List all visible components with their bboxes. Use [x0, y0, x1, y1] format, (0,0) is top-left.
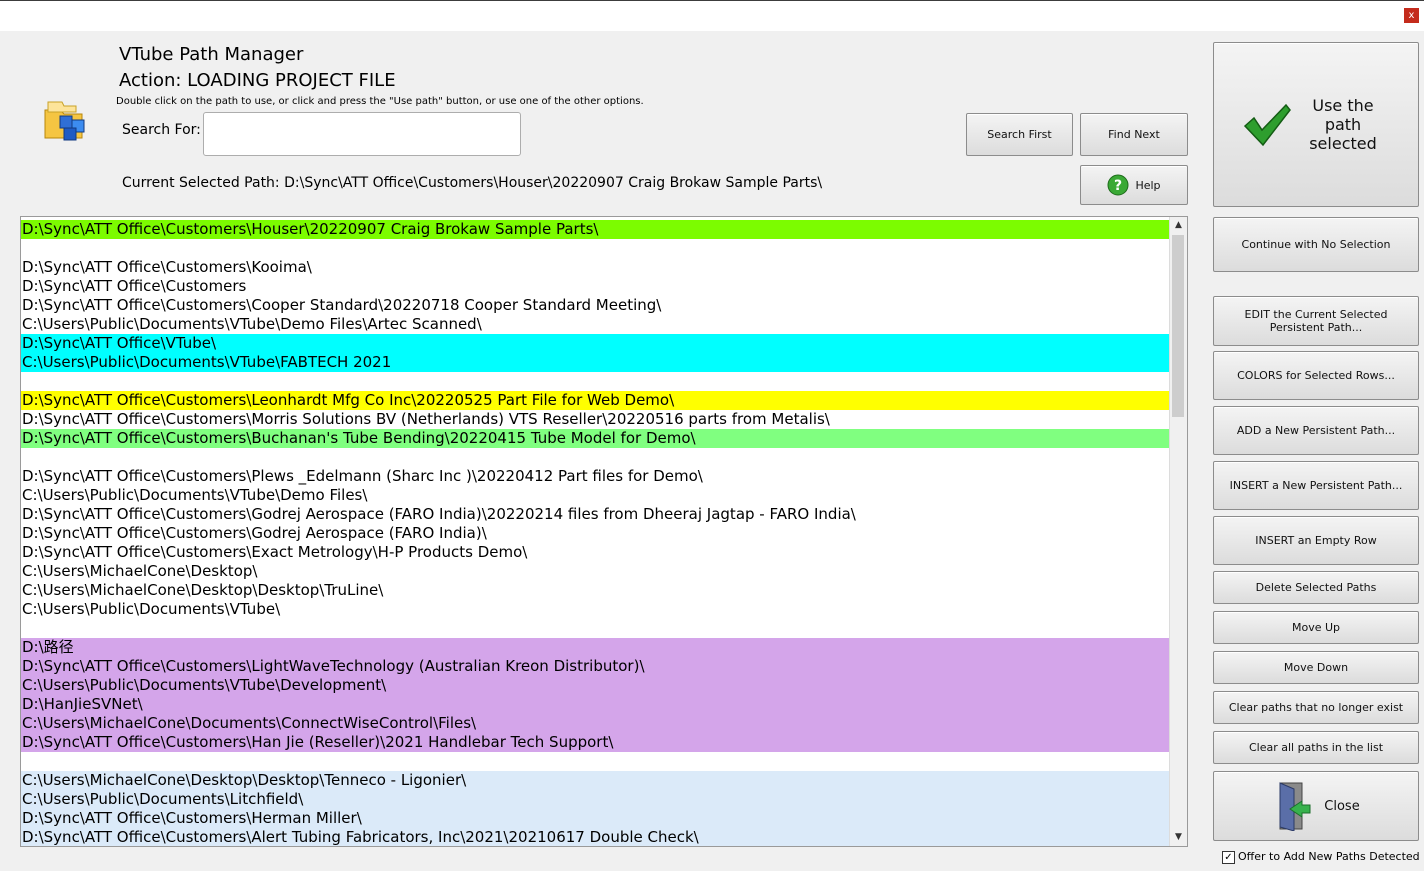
path-row[interactable]: C:\Users\Public\Documents\VTube\Demo Fil…: [21, 486, 1171, 505]
clear-all-paths-button[interactable]: Clear all paths in the list: [1213, 731, 1419, 764]
use-path-button[interactable]: Use the path selected: [1213, 42, 1419, 207]
close-label: Close: [1324, 798, 1360, 814]
path-row[interactable]: D:\Sync\ATT Office\Customers\Herman Mill…: [21, 809, 1171, 828]
current-path-label: Current Selected Path:: [122, 175, 280, 191]
path-row[interactable]: D:\Sync\ATT Office\Customers\Buchanan's …: [21, 429, 1171, 448]
help-label: Help: [1135, 178, 1161, 192]
instruction-text: Double click on the path to use, or clic…: [116, 96, 644, 107]
title-bar: x: [0, 0, 1424, 31]
insert-path-button[interactable]: INSERT a New Persistent Path...: [1213, 461, 1419, 510]
path-row[interactable]: C:\Users\MichaelCone\Desktop\Desktop\Ten…: [21, 771, 1171, 790]
path-row[interactable]: D:\HanJieSVNet\: [21, 695, 1171, 714]
svg-text:?: ?: [1114, 178, 1122, 194]
path-row[interactable]: [21, 619, 1171, 638]
path-row[interactable]: D:\Sync\ATT Office\Customers\Han Jie (Re…: [21, 733, 1171, 752]
path-row[interactable]: D:\Sync\ATT Office\Customers\Godrej Aero…: [21, 524, 1171, 543]
scroll-down-icon[interactable]: ▼: [1170, 829, 1187, 846]
current-selected-path: Current Selected Path: D:\Sync\ATT Offic…: [122, 175, 822, 191]
path-row[interactable]: D:\Sync\ATT Office\Customers\Kooima\: [21, 258, 1171, 277]
vertical-scrollbar[interactable]: ▲ ▼: [1169, 217, 1187, 846]
path-row[interactable]: D:\路径: [21, 638, 1171, 657]
help-button[interactable]: ? Help: [1080, 165, 1188, 205]
path-row[interactable]: D:\Sync\ATT Office\Customers\Morris Solu…: [21, 410, 1171, 429]
move-down-button[interactable]: Move Down: [1213, 651, 1419, 684]
search-first-button[interactable]: Search First: [966, 113, 1073, 156]
add-path-button[interactable]: ADD a New Persistent Path...: [1213, 406, 1419, 455]
path-row[interactable]: C:\Users\MichaelCone\Documents\ConnectWi…: [21, 714, 1171, 733]
path-row[interactable]: D:\Sync\ATT Office\Customers\Houser\2022…: [21, 220, 1171, 239]
continue-no-selection-button[interactable]: Continue with No Selection: [1213, 217, 1419, 272]
clear-missing-paths-button[interactable]: Clear paths that no longer exist: [1213, 691, 1419, 724]
path-row[interactable]: [21, 372, 1171, 391]
path-row[interactable]: C:\Users\MichaelCone\Desktop\: [21, 562, 1171, 581]
path-row[interactable]: D:\Sync\ATT Office\Customers\Alert Tubin…: [21, 828, 1171, 846]
path-row[interactable]: [21, 752, 1171, 771]
use-path-label: Use the path selected: [1309, 96, 1377, 153]
path-row[interactable]: C:\Users\Public\Documents\Litchfield\: [21, 790, 1171, 809]
offer-add-paths-checkbox[interactable]: ✓: [1222, 851, 1235, 864]
insert-empty-row-button[interactable]: INSERT an Empty Row: [1213, 516, 1419, 565]
colors-button[interactable]: COLORS for Selected Rows...: [1213, 351, 1419, 400]
path-rows: D:\Sync\ATT Office\Customers\Houser\2022…: [21, 220, 1171, 846]
path-row[interactable]: D:\Sync\ATT Office\Customers\LightWaveTe…: [21, 657, 1171, 676]
path-row[interactable]: [21, 239, 1171, 258]
offer-add-paths-label: Offer to Add New Paths Detected: [1238, 850, 1420, 863]
path-row[interactable]: [21, 448, 1171, 467]
path-row[interactable]: D:\Sync\ATT Office\Customers: [21, 277, 1171, 296]
path-row[interactable]: D:\Sync\ATT Office\Customers\Plews _Edel…: [21, 467, 1171, 486]
action-title: Action: LOADING PROJECT FILE: [119, 70, 396, 91]
path-row[interactable]: C:\Users\Public\Documents\VTube\Developm…: [21, 676, 1171, 695]
app-title: VTube Path Manager: [119, 44, 304, 65]
scroll-up-icon[interactable]: ▲: [1170, 217, 1187, 234]
exit-door-icon: [1279, 782, 1311, 831]
path-list[interactable]: D:\Sync\ATT Office\Customers\Houser\2022…: [20, 216, 1188, 847]
path-row[interactable]: C:\Users\MichaelCone\Desktop\Desktop\Tru…: [21, 581, 1171, 600]
close-button[interactable]: Close: [1213, 771, 1419, 841]
search-input[interactable]: [203, 112, 521, 156]
path-row[interactable]: D:\Sync\ATT Office\Customers\Exact Metro…: [21, 543, 1171, 562]
edit-path-button[interactable]: EDIT the Current Selected Persistent Pat…: [1213, 296, 1419, 346]
path-row[interactable]: C:\Users\Public\Documents\VTube\: [21, 600, 1171, 619]
path-row[interactable]: D:\Sync\ATT Office\VTube\: [21, 334, 1171, 353]
folder-blocks-icon: [44, 101, 85, 141]
path-row[interactable]: D:\Sync\ATT Office\Customers\Godrej Aero…: [21, 505, 1171, 524]
find-next-button[interactable]: Find Next: [1080, 113, 1188, 156]
path-row[interactable]: C:\Users\Public\Documents\VTube\FABTECH …: [21, 353, 1171, 372]
path-row[interactable]: C:\Users\Public\Documents\VTube\Demo Fil…: [21, 315, 1171, 334]
current-path-value: D:\Sync\ATT Office\Customers\Houser\2022…: [284, 175, 823, 191]
help-icon: ?: [1107, 174, 1129, 196]
search-label: Search For:: [122, 122, 201, 138]
checkmark-icon: [1243, 103, 1291, 146]
path-row[interactable]: D:\Sync\ATT Office\Customers\Cooper Stan…: [21, 296, 1171, 315]
close-icon[interactable]: x: [1404, 8, 1419, 23]
move-up-button[interactable]: Move Up: [1213, 611, 1419, 644]
scroll-thumb[interactable]: [1172, 235, 1184, 417]
path-row[interactable]: D:\Sync\ATT Office\Customers\Leonhardt M…: [21, 391, 1171, 410]
delete-paths-button[interactable]: Delete Selected Paths: [1213, 571, 1419, 604]
